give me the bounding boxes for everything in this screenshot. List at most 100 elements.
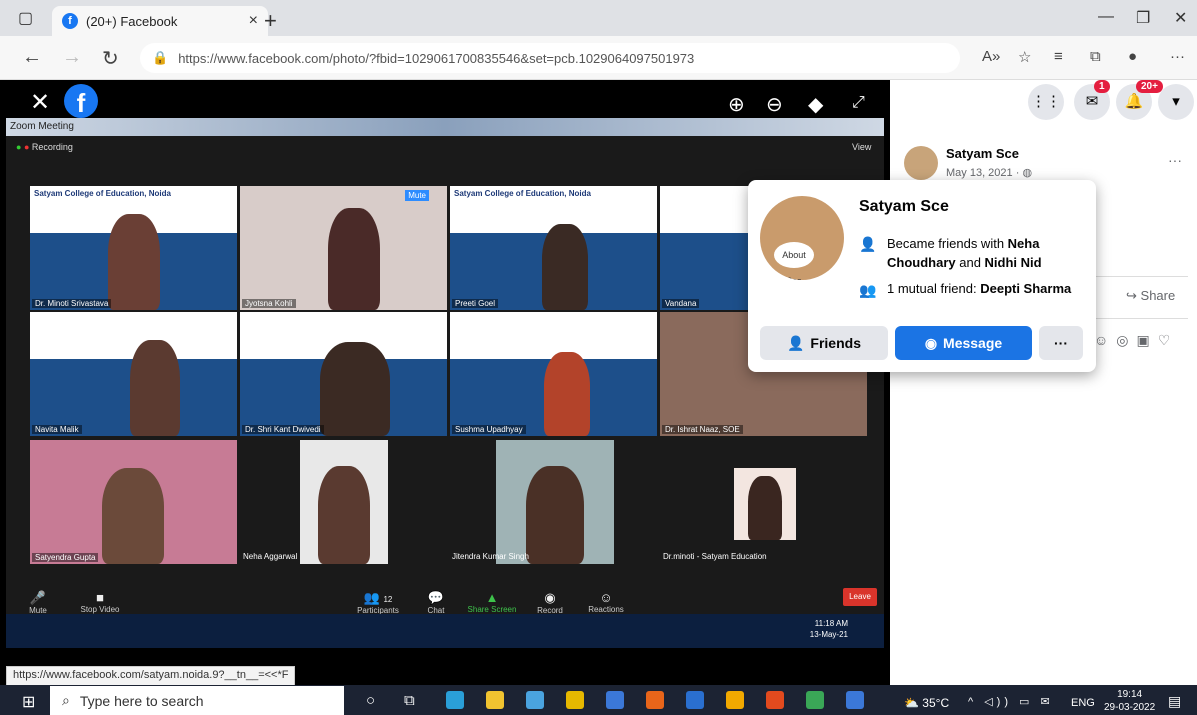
facebook-logo-icon[interactable]: f [64,84,98,118]
weather[interactable]: ⛅ 35°C [904,696,949,710]
account-icon[interactable]: ▾ [1158,84,1194,120]
stop-video-button[interactable]: ■ Stop Video [70,590,130,614]
friend-icon: 👤 [859,236,877,252]
video-tile: Satyam College of Education, Noida Preet… [450,186,657,310]
video-tile [734,468,796,540]
search-icon: ⌕ [62,692,70,708]
participant-name: Navita Malik [32,425,82,434]
mute-button[interactable]: 🎤 Mute [8,590,68,615]
app-icon[interactable] [846,691,864,709]
video-tile: Satyam College of Education, Noida Dr. M… [30,186,237,310]
participant-name: Satyendra Gupta [32,553,99,562]
mutual-friend-link[interactable]: Deepti Sharma [980,281,1071,296]
participants-button[interactable]: 👥 12 Participants [348,590,408,615]
more-options-button[interactable]: ··· [1039,326,1083,360]
poster-name[interactable]: Satyam Sce [946,146,1019,161]
app-icon[interactable] [606,691,624,709]
profile-avatar[interactable]: About Sce [760,196,844,280]
mutual-friends-text: 1 mutual friend: Deepti Sharma [887,281,1072,296]
favorite-icon[interactable]: ☆ [1018,48,1031,66]
chat-button[interactable]: 💬 Chat [406,590,466,615]
mail-icon[interactable] [686,691,704,709]
close-tab-icon[interactable]: × [249,12,258,30]
close-window-icon[interactable]: ✕ [1174,8,1187,28]
office-icon[interactable] [766,691,784,709]
leave-button[interactable]: Leave [843,588,877,606]
inner-taskbar: 11:18 AM 13-May-21 [6,614,884,648]
post-date[interactable]: May 13, 2021 · ◍ [946,166,1032,179]
zoom-in-icon[interactable]: ⊕ [728,92,745,117]
tag-icon[interactable]: ◆ [808,92,823,117]
zoom-out-icon[interactable]: ⊖ [766,92,783,117]
menu-grid-icon[interactable]: ⋮⋮ [1028,84,1064,120]
video-tile [300,440,388,564]
fullscreen-icon[interactable]: ⤢ [852,94,865,112]
inner-clock: 11:18 AM 13-May-21 [809,619,848,639]
profile-name[interactable]: Satyam Sce [859,198,949,216]
minimize-icon[interactable]: — [1098,8,1114,26]
facebook-favicon-icon: f [62,13,78,29]
address-bar[interactable]: 🔒 https://www.facebook.com/photo/?fbid=1… [140,43,960,73]
firefox-icon[interactable] [646,691,664,709]
back-icon[interactable]: ← [22,46,42,69]
close-viewer-icon[interactable]: ✕ [30,88,50,117]
collections-icon[interactable]: ⧉ [1090,48,1101,65]
participant-name: Dr. Ishrat Naaz, SOE [662,425,743,434]
status-url: https://www.facebook.com/satyam.noida.9?… [6,666,296,686]
refresh-icon[interactable]: ↻ [102,46,119,71]
video-tile: Satyendra Gupta [30,440,237,564]
messenger-badge: 1 [1094,80,1110,93]
post-options-icon[interactable]: ··· [1168,152,1182,168]
chrome-icon[interactable] [726,691,744,709]
forward-icon[interactable]: → [62,46,82,69]
taskbar-clock[interactable]: 19:14 29-03-2022 [1104,688,1155,714]
recording-indicator: ● ● Recording [16,142,73,152]
edge-icon[interactable] [446,691,464,709]
comment-tools-icons[interactable]: ☺◎▣♡ [1094,332,1178,349]
store-icon[interactable] [526,691,544,709]
reactions-button[interactable]: ☺ Reactions [576,590,636,614]
share-icon: ↪ [1126,288,1137,303]
video-tile: Mute Jyotsna Kohli [240,186,447,310]
taskbar-search[interactable]: ⌕ Type here to search [50,686,344,715]
chrome-canary-icon[interactable] [806,691,824,709]
avatar[interactable] [904,146,938,180]
share-button[interactable]: ↪ Share [1126,288,1175,304]
participant-name: Jitendra Kumar Singh [452,552,529,561]
video-tile [496,440,614,564]
menu-icon[interactable]: ··· [1170,48,1185,65]
language-indicator[interactable]: ENG [1071,697,1095,709]
friends-button[interactable]: 👤 Friends [760,326,888,360]
profile-hover-card: About Sce Satyam Sce 👤 Became friends wi… [748,180,1096,372]
share-screen-button[interactable]: ▲ Share Screen [462,590,522,614]
friend-link[interactable]: Nidhi Nid [985,255,1042,270]
windows-start-icon[interactable]: ⊞ [22,692,35,712]
cortana-icon[interactable]: ○ [366,692,375,709]
participant-name: Dr. Minoti Srivastava [32,299,112,308]
view-label: View [852,142,872,152]
browser-tab[interactable]: f (20+) Facebook × [52,6,268,36]
new-tab-icon[interactable]: + [264,8,277,34]
task-view-icon[interactable]: ⧉ [404,692,415,709]
participant-name: Preeti Goel [452,299,499,308]
video-tile: Dr. Shri Kant Dwivedi [240,312,447,436]
app-icon[interactable] [566,691,584,709]
notifications-badge: 20+ [1136,80,1163,93]
restore-icon[interactable]: ❐ [1136,8,1150,28]
favorites-list-icon[interactable]: ≡ [1054,48,1063,65]
message-button[interactable]: ◉ Message [895,326,1032,360]
read-aloud-icon[interactable]: A» [982,48,1000,65]
mutual-friends-icon: 👥 [859,282,877,298]
profile-icon[interactable]: ● [1128,48,1137,65]
tab-actions-icon[interactable]: ▢ [18,8,33,28]
browser-titlebar: ▢ f (20+) Facebook × + — ❐ ✕ [0,0,1197,36]
record-button[interactable]: ◉ Record [520,590,580,615]
notification-center-icon[interactable]: ▤ [1168,693,1181,710]
friends-icon: 👤 [786,334,805,351]
video-tile: Vandana [660,186,760,310]
file-explorer-icon[interactable] [486,691,504,709]
participant-name: Jyotsna Kohli [242,299,296,308]
address-toolbar: ← → ↻ 🔒 https://www.facebook.com/photo/?… [0,36,1197,80]
system-tray-icons[interactable]: ^ ◁)) ▭ ✉ [968,695,1054,708]
public-icon: ◍ [1022,167,1033,179]
